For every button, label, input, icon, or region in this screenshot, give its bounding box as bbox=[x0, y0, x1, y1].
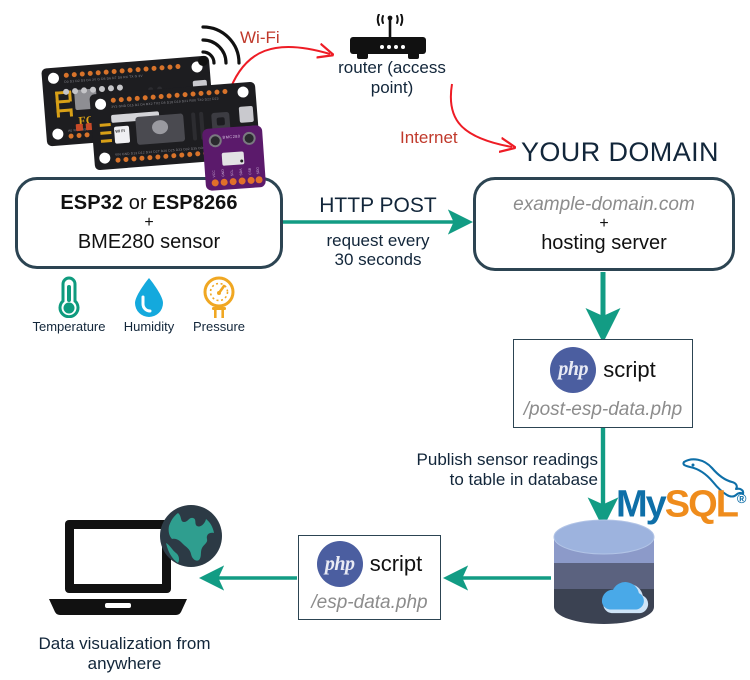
hosting-domain-box[interactable]: example-domain.com + hosting server bbox=[473, 177, 735, 271]
globe-icon bbox=[160, 505, 222, 567]
database-cylinder-icon bbox=[553, 519, 655, 624]
php-post-script-row: php script bbox=[550, 346, 656, 393]
router-icon bbox=[350, 14, 430, 62]
php-get-script-box[interactable]: php script /esp-data.php bbox=[298, 535, 441, 620]
php-logo-icon: php bbox=[550, 346, 597, 393]
php-get-script-label: script bbox=[369, 551, 423, 576]
php-post-script-label: script bbox=[603, 356, 656, 382]
domain-name-text: example-domain.com bbox=[513, 193, 695, 215]
esp-device-line2: BME280 sensor bbox=[77, 231, 221, 253]
esp-device-line1: ESP32 or ESP8266 bbox=[60, 192, 238, 214]
php-post-script-file: /post-esp-data.php bbox=[523, 398, 683, 420]
domain-plus: + bbox=[599, 214, 609, 232]
php-logo-icon: php bbox=[316, 541, 363, 587]
wifi-signal-icon bbox=[198, 25, 241, 66]
esp-device-box[interactable]: ESP32 or ESP8266 + BME280 sensor bbox=[15, 177, 283, 269]
bme280-sensor-module: BMC280 VCC GND SCL SDA CSB SDO bbox=[201, 124, 267, 192]
php-get-script-row: php script bbox=[316, 541, 423, 587]
php-post-script-box[interactable]: php script /post-esp-data.php bbox=[513, 339, 693, 428]
mysql-logo: MySQL® bbox=[616, 458, 746, 524]
mysql-trademark: ® bbox=[736, 491, 746, 506]
diagram-canvas: D0 D1 D2 D3 D4 3V G D5 D6 D7 D8 RX TX G … bbox=[0, 0, 750, 680]
hosting-server-text: hosting server bbox=[541, 231, 667, 254]
esp-device-plus: + bbox=[144, 214, 154, 231]
php-get-script-file: /esp-data.php bbox=[311, 592, 428, 613]
